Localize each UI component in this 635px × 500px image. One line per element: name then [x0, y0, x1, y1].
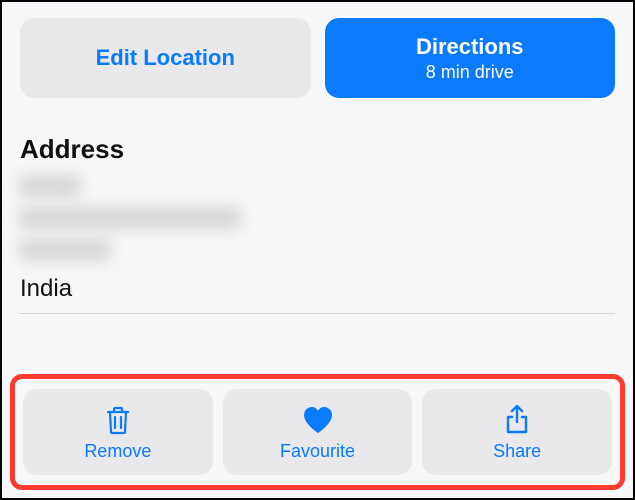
address-line-redacted	[20, 175, 80, 197]
favourite-button[interactable]: Favourite	[223, 389, 413, 475]
action-bar-highlight: Remove Favourite Share	[10, 374, 625, 490]
directions-button[interactable]: Directions 8 min drive	[325, 18, 616, 98]
address-heading: Address	[20, 134, 615, 165]
address-country: India	[20, 275, 615, 303]
address-line-redacted	[20, 207, 240, 229]
edit-location-button[interactable]: Edit Location	[20, 18, 311, 98]
remove-label: Remove	[84, 441, 151, 462]
directions-subtitle: 8 min drive	[426, 62, 514, 83]
heart-icon	[301, 403, 335, 437]
share-button[interactable]: Share	[422, 389, 612, 475]
favourite-label: Favourite	[280, 441, 355, 462]
remove-button[interactable]: Remove	[23, 389, 213, 475]
directions-title: Directions	[416, 34, 524, 60]
action-bar: Remove Favourite Share	[23, 389, 612, 475]
divider	[20, 313, 615, 314]
edit-location-label: Edit Location	[96, 45, 235, 71]
share-label: Share	[493, 441, 541, 462]
share-icon	[503, 403, 531, 437]
address-line-redacted	[20, 239, 110, 261]
trash-icon	[105, 403, 131, 437]
